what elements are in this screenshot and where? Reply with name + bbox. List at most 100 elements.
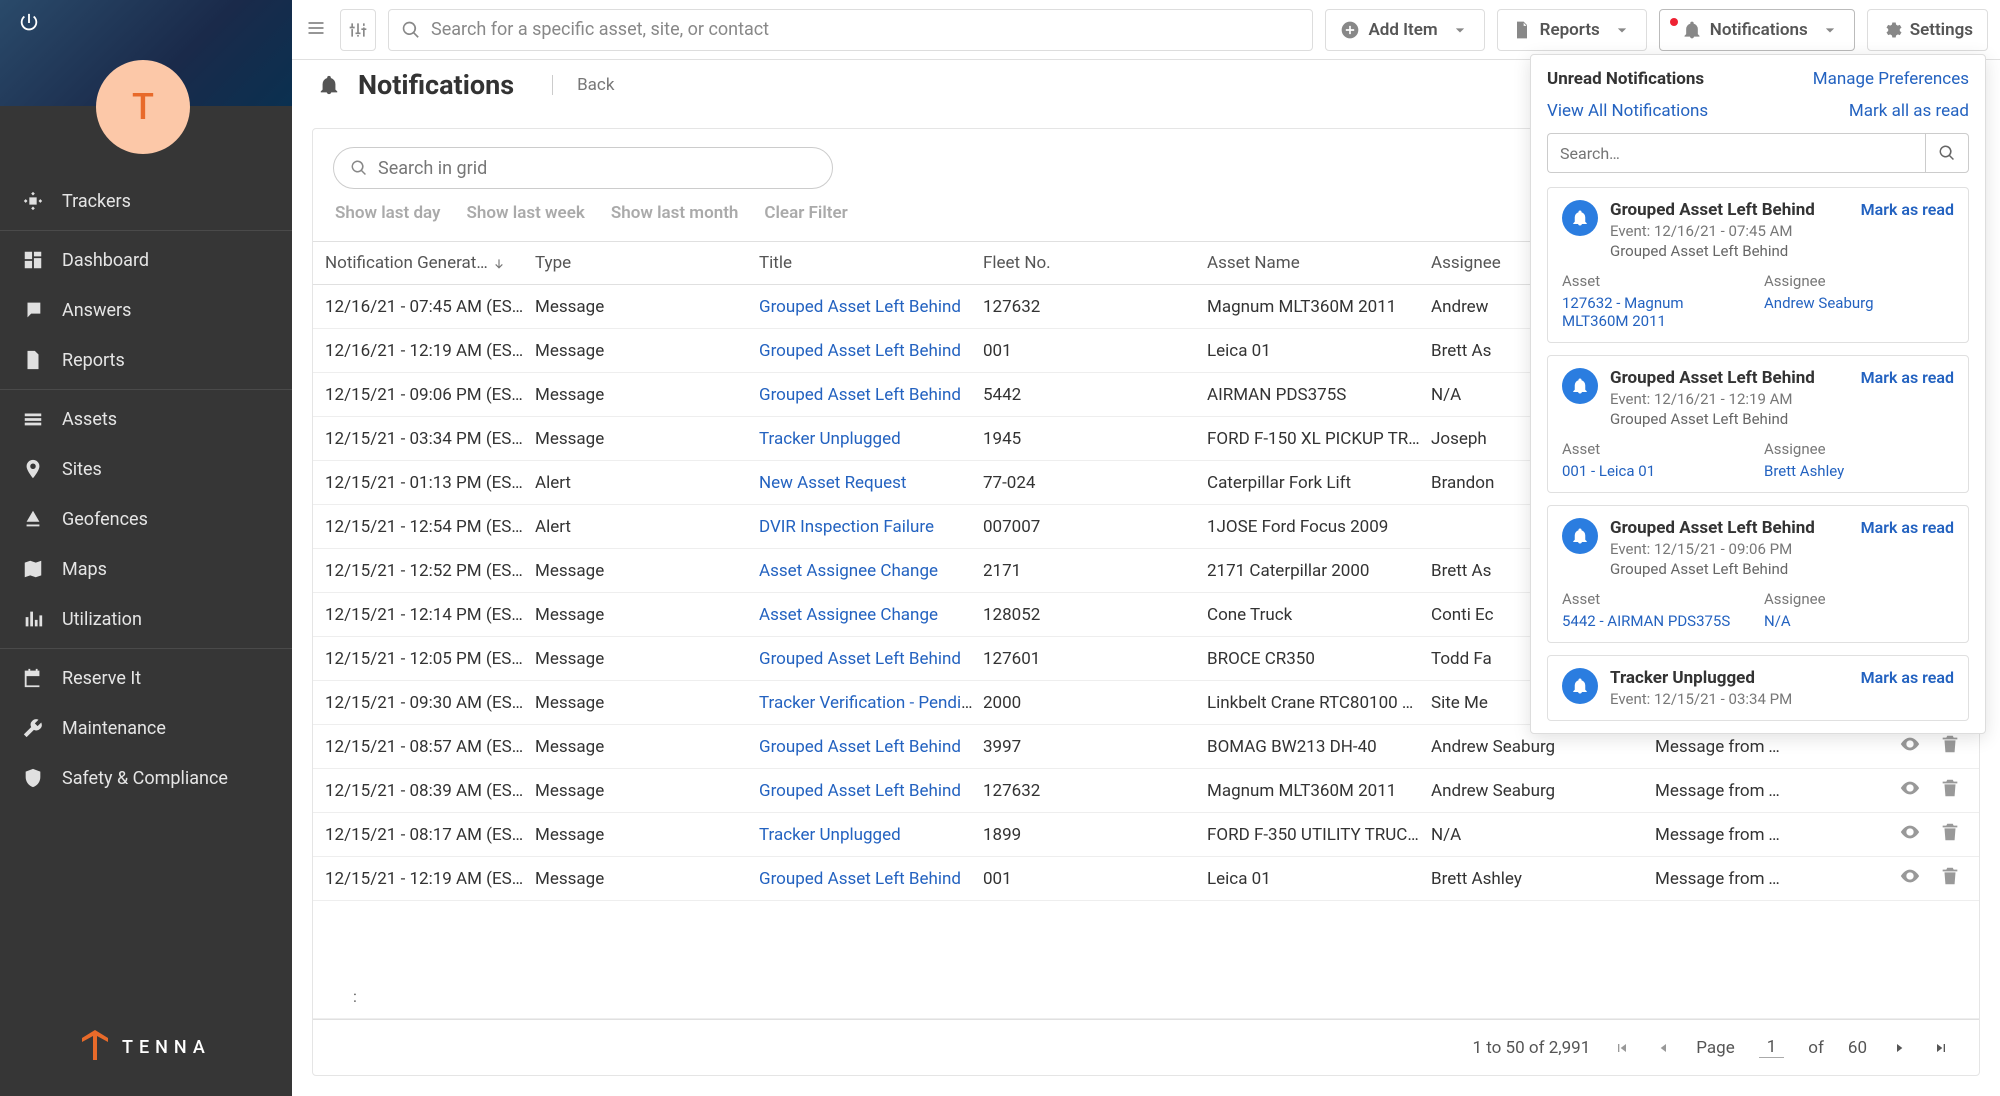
sites-icon bbox=[22, 458, 44, 480]
mark-as-read-link[interactable]: Mark as read bbox=[1861, 368, 1954, 388]
cell-date: 12/15/21 - 08:39 AM (EST) bbox=[313, 781, 535, 801]
assignee-link[interactable]: Brett Ashley bbox=[1764, 462, 1954, 480]
back-link[interactable]: Back bbox=[552, 75, 614, 95]
title-link[interactable]: Tracker Unplugged bbox=[759, 825, 901, 845]
cell-fleet: 1945 bbox=[983, 429, 1207, 449]
assignee-link[interactable]: Andrew Seaburg bbox=[1764, 294, 1954, 312]
delete-icon[interactable] bbox=[1939, 821, 1961, 848]
col-date[interactable]: Notification Generat… bbox=[313, 253, 535, 273]
global-search-input[interactable]: Search for a specific asset, site, or co… bbox=[388, 9, 1313, 51]
page-last-icon[interactable] bbox=[1933, 1040, 1949, 1056]
sidebar-item-safety[interactable]: Safety & Compliance bbox=[0, 753, 292, 803]
cell-type: Message bbox=[535, 649, 759, 669]
title-link[interactable]: New Asset Request bbox=[759, 473, 906, 493]
manage-preferences-link[interactable]: Manage Preferences bbox=[1813, 69, 1969, 89]
title-link[interactable]: Tracker Verification - Pending bbox=[759, 693, 980, 713]
view-all-notifications-link[interactable]: View All Notifications bbox=[1547, 101, 1708, 121]
title-link[interactable]: Asset Assignee Change bbox=[759, 605, 938, 625]
col-type[interactable]: Type bbox=[535, 253, 759, 273]
view-icon[interactable] bbox=[1899, 733, 1921, 760]
col-fleet[interactable]: Fleet No. bbox=[983, 253, 1207, 273]
sidebar-item-maps[interactable]: Maps bbox=[0, 544, 292, 594]
notification-card[interactable]: Grouped Asset Left BehindMark as readEve… bbox=[1547, 355, 1969, 493]
view-icon[interactable] bbox=[1899, 865, 1921, 892]
title-link[interactable]: Tracker Unplugged bbox=[759, 429, 901, 449]
filter-last-day[interactable]: Show last day bbox=[335, 203, 441, 223]
notification-card[interactable]: Grouped Asset Left Behind Mark as read Eve… bbox=[1547, 505, 1969, 643]
filter-last-month[interactable]: Show last month bbox=[611, 203, 739, 223]
asset-link[interactable]: 001 - Leica 01 bbox=[1562, 462, 1752, 480]
sidebar-item-assets[interactable]: Assets bbox=[0, 394, 292, 444]
cell-fleet: 001 bbox=[983, 869, 1207, 889]
notification-card[interactable]: Grouped Asset Left BehindMark as readEve… bbox=[1547, 187, 1969, 343]
page-first-icon[interactable] bbox=[1614, 1040, 1630, 1056]
sidebar-item-reserve[interactable]: Reserve It bbox=[0, 653, 292, 703]
assignee-label: Assignee bbox=[1764, 272, 1954, 290]
asset-link[interactable]: 127632 - Magnum MLT360M 2011 bbox=[1562, 294, 1752, 330]
title-link[interactable]: DVIR Inspection Failure bbox=[759, 517, 934, 537]
notif-subtitle: Grouped Asset Left Behind bbox=[1610, 560, 1954, 578]
filter-last-week[interactable]: Show last week bbox=[467, 203, 585, 223]
sidebar-item-maintenance[interactable]: Maintenance bbox=[0, 703, 292, 753]
notif-search-input[interactable] bbox=[1547, 133, 1925, 173]
filter-sliders-button[interactable] bbox=[340, 9, 376, 51]
notif-search-button[interactable] bbox=[1925, 133, 1969, 173]
cell-date: 12/15/21 - 08:17 AM (EST) bbox=[313, 825, 535, 845]
hamburger-icon[interactable] bbox=[304, 18, 328, 42]
grid-search-input[interactable]: Search in grid bbox=[333, 147, 833, 189]
title-link[interactable]: Grouped Asset Left Behind bbox=[759, 649, 961, 669]
assets-icon bbox=[22, 408, 44, 430]
title-link[interactable]: Grouped Asset Left Behind bbox=[759, 869, 961, 889]
assignee-link[interactable]: N/A bbox=[1764, 612, 1954, 630]
title-link[interactable]: Grouped Asset Left Behind bbox=[759, 385, 961, 405]
power-icon[interactable] bbox=[18, 12, 40, 38]
view-icon[interactable] bbox=[1899, 821, 1921, 848]
cell-asset: Cone Truck bbox=[1207, 605, 1431, 625]
sidebar-item-tracker[interactable]: Trackers bbox=[0, 176, 292, 226]
sidebar-item-geofences[interactable]: Geofences bbox=[0, 494, 292, 544]
filter-clear[interactable]: Clear Filter bbox=[764, 203, 847, 223]
title-link[interactable]: Grouped Asset Left Behind bbox=[759, 341, 961, 361]
asset-link[interactable]: 5442 - AIRMAN PDS375S bbox=[1562, 612, 1752, 630]
delete-icon[interactable] bbox=[1939, 733, 1961, 760]
title-link[interactable]: Grouped Asset Left Behind bbox=[759, 781, 961, 801]
add-item-button[interactable]: Add Item bbox=[1325, 9, 1484, 51]
sidebar-item-reports[interactable]: Reports bbox=[0, 335, 292, 385]
reports-button[interactable]: Reports bbox=[1497, 9, 1647, 51]
col-title[interactable]: Title bbox=[759, 253, 983, 273]
sidebar-item-utilization[interactable]: Utilization bbox=[0, 594, 292, 644]
safety-icon bbox=[22, 767, 44, 789]
page-prev-icon[interactable] bbox=[1656, 1040, 1672, 1056]
mark-all-read-link[interactable]: Mark all as read bbox=[1849, 101, 1969, 121]
col-asset[interactable]: Asset Name bbox=[1207, 253, 1431, 273]
page-number-input[interactable]: 1 bbox=[1759, 1037, 1785, 1058]
page-next-icon[interactable] bbox=[1891, 1040, 1907, 1056]
search-icon bbox=[350, 159, 368, 177]
topbar: Search for a specific asset, site, or co… bbox=[292, 0, 2000, 60]
cell-date: 12/15/21 - 01:13 PM (EST) bbox=[313, 473, 535, 493]
geofences-icon bbox=[22, 508, 44, 530]
chevron-down-icon bbox=[1450, 20, 1470, 40]
delete-icon[interactable] bbox=[1939, 865, 1961, 892]
notif-subtitle: Grouped Asset Left Behind bbox=[1610, 410, 1954, 428]
sidebar-item-answers[interactable]: Answers bbox=[0, 285, 292, 335]
title-link[interactable]: Grouped Asset Left Behind bbox=[759, 737, 961, 757]
view-icon[interactable] bbox=[1899, 777, 1921, 804]
sidebar-item-sites[interactable]: Sites bbox=[0, 444, 292, 494]
notif-title: Grouped Asset Left Behind bbox=[1610, 518, 1815, 538]
notif-event: Event: 12/15/21 - 09:06 PM bbox=[1610, 540, 1954, 558]
notifications-button[interactable]: Notifications bbox=[1659, 9, 1855, 51]
sidebar-item-dashboard[interactable]: Dashboard bbox=[0, 235, 292, 285]
delete-icon[interactable] bbox=[1939, 777, 1961, 804]
chevron-down-icon bbox=[1612, 20, 1632, 40]
mark-as-read-link[interactable]: Mark as read bbox=[1861, 518, 1954, 538]
mark-as-read-link[interactable]: Mark as read bbox=[1861, 200, 1954, 220]
avatar[interactable]: T bbox=[96, 60, 190, 154]
mark-as-read-link[interactable]: Mark as read bbox=[1861, 668, 1954, 688]
settings-button[interactable]: Settings bbox=[1867, 9, 1988, 51]
add-item-label: Add Item bbox=[1368, 20, 1437, 40]
cell-type: Alert bbox=[535, 517, 759, 537]
notification-card[interactable]: Tracker UnpluggedMark as readEvent: 12/1… bbox=[1547, 655, 1969, 721]
title-link[interactable]: Grouped Asset Left Behind bbox=[759, 297, 961, 317]
title-link[interactable]: Asset Assignee Change bbox=[759, 561, 938, 581]
